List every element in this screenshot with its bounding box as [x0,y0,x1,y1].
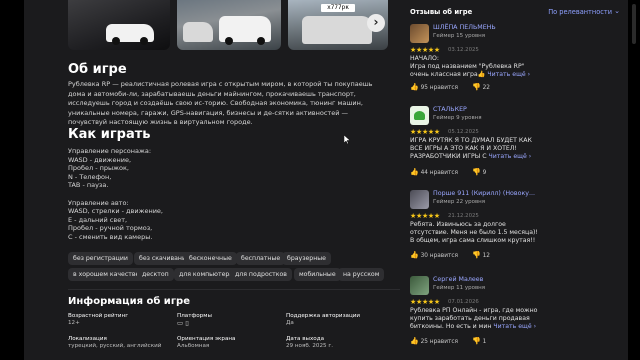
chevron-down-icon[interactable]: ⌄ [614,7,620,15]
tag-for-computer[interactable]: для компьютера [174,268,239,281]
review-level: Геймер 15 уровня [433,33,486,39]
tag-free[interactable]: бесплатные [236,252,286,265]
screenshots-carousel: x777рк [68,0,388,52]
screenshot-2[interactable] [177,0,281,50]
review-level: Геймер 22 уровня [433,199,486,205]
mobile-icon: ▯ [185,319,189,327]
review-stars: ★★★★★ [410,212,440,220]
info-release-date: Дата выхода 29 нояб. 2025 г. [286,336,333,350]
info-lang-label: Локализация [68,336,107,342]
page-scrollbar[interactable] [628,0,640,360]
howto-description: Управление персонажа: WASD - движение, П… [68,147,163,241]
review-text: ИГРА КРУТЯК Я ТО ДУМАЛ БУДЕТ КАК ВСЕ ИГР… [410,137,532,161]
info-orient-label: Ориентация экрана [177,336,236,342]
info-orient-value: Альбомная [177,343,210,349]
info-title: Информация об игре [68,296,190,307]
thumbs-up-icon[interactable]: 👍 [410,83,419,91]
review-date: 07.01.2026 [448,299,479,305]
info-age-value: 12+ [68,320,80,326]
info-auth: Поддержка авторизации Да [286,313,360,327]
tag-mobile[interactable]: мобильные [294,268,341,281]
avatar [410,190,429,209]
info-age-label: Возрастной рейтинг [68,313,129,319]
review-stars: ★★★★★ [410,298,440,306]
dislikes-count: 1 [482,339,487,345]
left-edge [0,0,24,360]
reviews-panel: Отзывы об игре По релевантности ⌄ ШЛЁПА … [410,0,628,360]
review-text: НАЧАЛО: Игра под названием "Рублевка RP"… [410,55,531,79]
review-votes: 👍 44 нравится 👎 9 [410,168,486,176]
tag-no-registration[interactable]: без регистрации [68,252,133,265]
likes-count: 30 нравится [420,253,459,259]
read-more-link[interactable]: Читать ещё [487,71,525,78]
scrollbar-thumb[interactable] [632,4,636,44]
info-date-label: Дата выхода [286,336,325,342]
screenshot-1[interactable] [68,0,170,50]
review-author[interactable]: СТАЛЬКЕР [433,106,467,113]
game-page: x777рк › Об игре Рублевка RP — реалистич… [0,0,640,360]
review-votes: 👍 30 нравится 👎 12 [410,251,490,259]
info-localization: Локализация турецкий, русский, английски… [68,336,161,350]
review-level: Геймер 11 уровня [433,285,486,291]
thumbs-down-icon[interactable]: 👎 [472,83,481,91]
dislikes-count: 22 [482,85,490,91]
read-more-link[interactable]: Читать ещё [489,153,527,160]
tag-good-quality[interactable]: в хорошем качестве [68,268,145,281]
desktop-icon: ▭ [177,319,184,327]
reviews-sort-dropdown[interactable]: По релевантности [548,8,612,16]
review-date: 21.12.2025 [448,213,479,219]
reviews-title: Отзывы об игре [410,8,473,16]
about-title: Об игре [68,62,127,77]
thumbs-down-icon[interactable]: 👎 [472,251,481,259]
review-date: 03.12.2025 [448,47,479,53]
likes-count: 95 нравится [420,85,459,91]
chevron-right-icon: › [373,15,379,29]
likes-count: 25 нравится [420,339,459,345]
howto-title: Как играть [68,127,151,142]
game-info-grid: Возрастной рейтинг 12+ Платформы ▭ ▯ Под… [68,313,398,358]
license-plate: x777рк [321,4,355,12]
info-lang-value: турецкий, русский, английский [68,343,162,349]
tag-desktop[interactable]: десктоп [137,268,174,281]
review-stars: ★★★★★ [410,46,440,54]
avatar [410,24,429,43]
thumbs-up-icon[interactable]: 👍 [410,168,419,176]
dislikes-count: 9 [482,170,487,176]
thumbs-down-icon[interactable]: 👎 [472,168,481,176]
reviews-header: Отзывы об игре По релевантности ⌄ [410,7,620,18]
info-orientation: Ориентация экрана Альбомная [177,336,235,350]
review-author[interactable]: Сергей Малеев [433,276,483,283]
review-level: Геймер 9 уровня [433,115,482,121]
tag-endless[interactable]: бесконечные [184,252,237,265]
review-date: 05.12.2025 [448,129,479,135]
review-text: Ребята. Извиньюсь за долгое отсутствие. … [410,221,538,245]
review-votes: 👍 25 нравится 👎 1 [410,337,486,345]
info-date-value: 29 нояб. 2025 г. [286,343,334,349]
review-author[interactable]: Порше 911 (Кирилл) (Новоку... [433,190,535,197]
tag-in-russian[interactable]: на русском [338,268,385,281]
read-more-link[interactable]: Читать ещё [493,323,531,330]
carousel-next-button[interactable]: › [367,14,385,32]
likes-count: 44 нравится [420,170,459,176]
dislikes-count: 12 [482,253,490,259]
info-age: Возрастной рейтинг 12+ [68,313,128,327]
about-description: Рублевка RP — реалистичная ролевая игра … [68,80,373,127]
review-stars: ★★★★★ [410,128,440,136]
tag-for-teens[interactable]: для подростков [230,268,292,281]
review-text: Рублевка РП Онлайн - игра, где можно куп… [410,307,538,331]
tag-browser[interactable]: браузерные [282,252,331,265]
thumbs-down-icon[interactable]: 👎 [472,337,481,345]
thumbs-up-icon[interactable]: 👍 [410,251,419,259]
section-divider [68,289,400,290]
mouse-cursor-icon [344,135,350,144]
info-auth-value: Да [286,320,294,326]
info-auth-label: Поддержка авторизации [286,313,361,319]
info-platforms: Платформы ▭ ▯ [177,313,212,327]
review-votes: 👍 95 нравится 👎 22 [410,83,490,91]
thumbs-up-icon[interactable]: 👍 [410,337,419,345]
avatar [410,106,429,125]
review-author[interactable]: ШЛЁПА ПЕЛЬМЕНЬ [433,24,496,31]
avatar [410,276,429,295]
